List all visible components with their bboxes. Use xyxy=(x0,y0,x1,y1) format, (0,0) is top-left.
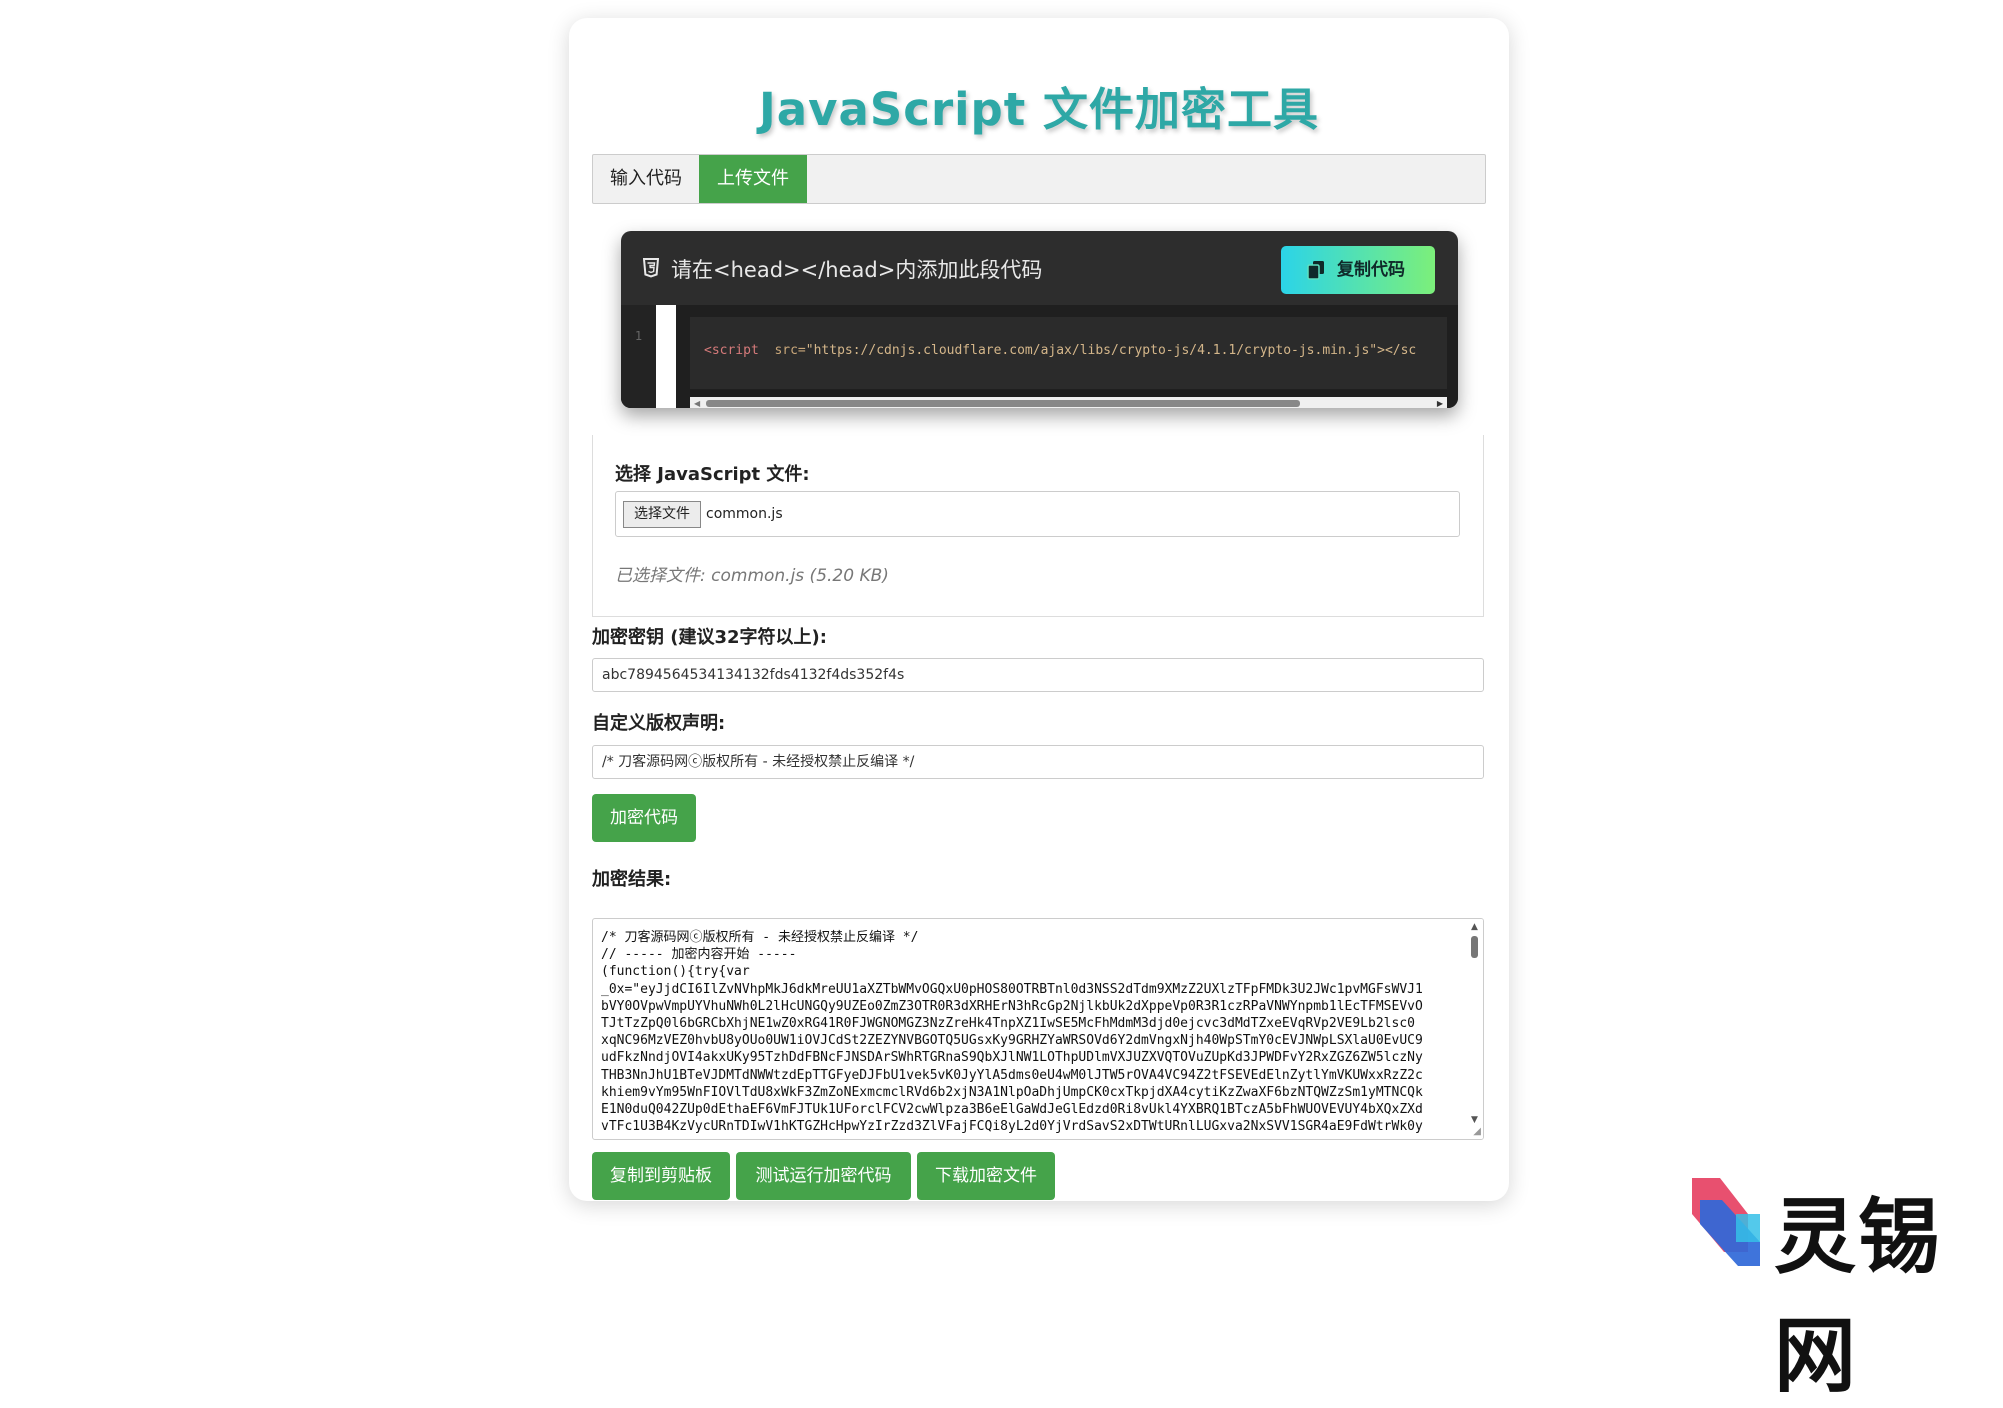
result-textarea[interactable]: /* 刀客源码网ⓒ版权所有 - 未经授权禁止反编译 */ // ----- 加密内… xyxy=(592,918,1484,1140)
file-upload-section: 选择 JavaScript 文件: 选择文件 common.js 已选择文件: … xyxy=(592,435,1484,617)
watermark-logo: 灵锡网 xyxy=(1680,1170,1980,1404)
horizontal-scrollbar[interactable]: ◀ ▶ xyxy=(690,397,1447,408)
tool-card: JavaScript 文件加密工具 输入代码 上传文件 请在<head></he… xyxy=(569,18,1509,1201)
code-line: <script src="https://cdnjs.cloudflare.co… xyxy=(704,343,1416,358)
file-input[interactable]: 选择文件 common.js xyxy=(615,491,1460,537)
vertical-scrollbar[interactable]: ▲ ▼ xyxy=(1467,919,1483,1139)
code-panel-label: 请在<head></head>内添加此段代码 xyxy=(671,258,1043,282)
download-button[interactable]: 下载加密文件 xyxy=(917,1152,1055,1200)
code-panel-header: 请在<head></head>内添加此段代码 复制代码 xyxy=(621,231,1458,305)
key-input[interactable]: abc7894564534134132fds4132f4ds352f4s xyxy=(592,658,1484,692)
code-value: "https://cdnjs.cloudflare.com/ajax/libs/… xyxy=(805,343,1417,358)
copyright-input[interactable]: /* 刀客源码网ⓒ版权所有 - 未经授权禁止反编译 */ xyxy=(592,745,1484,779)
encrypt-button[interactable]: 加密代码 xyxy=(592,794,696,842)
result-line: (function(){try{var xyxy=(601,964,750,980)
result-line: _0x="eyJjdCI6IlZvNVhpMkJ6dkMreUU1aXZTbWM… xyxy=(601,981,1423,997)
page-title: JavaScript 文件加密工具 xyxy=(759,83,1319,136)
watermark-text: 灵锡网 xyxy=(1774,1190,1943,1404)
scroll-down-icon[interactable]: ▼ xyxy=(1471,1115,1478,1125)
line-number: 1 xyxy=(621,305,656,408)
selected-file-name: common.js xyxy=(706,506,783,522)
code-editor: 1 <script src="https://cdnjs.cloudflare.… xyxy=(621,305,1458,408)
result-line: xqNC96MzVEZ0hvbU8yOUo0UW1iOVJCdSt2ZEZYNV… xyxy=(601,1033,1423,1049)
result-content: /* 刀客源码网ⓒ版权所有 - 未经授权禁止反编译 */ // ----- 加密内… xyxy=(601,929,1457,1135)
result-line: bVY0OVpwVmpUYVhuNWh0L2lHcUNGQy9UZEo0ZmZ3… xyxy=(601,998,1423,1014)
copyright-label: 自定义版权声明: xyxy=(592,713,726,734)
copy-code-label: 复制代码 xyxy=(1337,260,1405,280)
result-line: // ----- 加密内容开始 ----- xyxy=(601,947,797,963)
result-line: udFkzNndjOVI4akxUKy95TzhDdFBNcFJNSDArSWh… xyxy=(601,1050,1423,1066)
result-line: /* 刀客源码网ⓒ版权所有 - 未经授权禁止反编译 */ xyxy=(601,930,919,945)
html5-icon xyxy=(643,258,659,278)
code-tag: <script xyxy=(704,343,759,358)
result-line: khiem9vYm95WnFIOVlTdU8xWkF3ZmZoNExmcmclR… xyxy=(601,1084,1423,1100)
result-line: TJtTzZpQ0l6bGRCbXhjNE1wZ0xRG41R0FJWGNOMG… xyxy=(601,1016,1415,1032)
code-attr: src= xyxy=(774,343,806,358)
selected-file-info: 已选择文件: common.js (5.20 KB) xyxy=(615,566,889,586)
result-line: THB3NnJhU1BTeVJDMTdNWWtzdEpTTGFyeDJFbU1v… xyxy=(601,1067,1423,1083)
copy-icon xyxy=(1307,261,1324,280)
tab-upload-file[interactable]: 上传文件 xyxy=(699,155,807,203)
scroll-up-icon[interactable]: ▲ xyxy=(1471,922,1478,932)
scroll-thumb[interactable] xyxy=(706,400,1300,407)
code-snippet-panel: 请在<head></head>内添加此段代码 复制代码 1 <script sr… xyxy=(621,231,1458,408)
scroll-thumb-vertical[interactable] xyxy=(1471,936,1478,958)
tab-bar: 输入代码 上传文件 xyxy=(592,154,1486,204)
code-viewport[interactable]: <script src="https://cdnjs.cloudflare.co… xyxy=(690,317,1447,389)
scroll-left-icon[interactable]: ◀ xyxy=(694,399,700,408)
test-run-button[interactable]: 测试运行加密代码 xyxy=(736,1152,911,1200)
file-select-label: 选择 JavaScript 文件: xyxy=(615,464,810,485)
logo-icon xyxy=(1692,1178,1760,1266)
key-label: 加密密钥 (建议32字符以上): xyxy=(592,627,827,648)
result-line: vTFc1U3B4KzVycURnTDIwV1hKTGZHcHpwYzIrZzd… xyxy=(601,1119,1423,1135)
copy-to-clipboard-button[interactable]: 复制到剪贴板 xyxy=(592,1152,730,1200)
tab-input-code[interactable]: 输入代码 xyxy=(593,155,699,203)
copy-code-button[interactable]: 复制代码 xyxy=(1281,246,1435,294)
scroll-right-icon[interactable]: ▶ xyxy=(1437,399,1443,408)
choose-file-button[interactable]: 选择文件 xyxy=(623,501,701,528)
result-label: 加密结果: xyxy=(592,869,672,890)
resize-handle-icon[interactable]: ◢ xyxy=(1473,1126,1481,1137)
gutter-divider xyxy=(656,305,676,408)
result-line: E1N0duQ042ZUp0dEthaEF6VmFJTUk1UForclFCV2… xyxy=(601,1102,1423,1118)
